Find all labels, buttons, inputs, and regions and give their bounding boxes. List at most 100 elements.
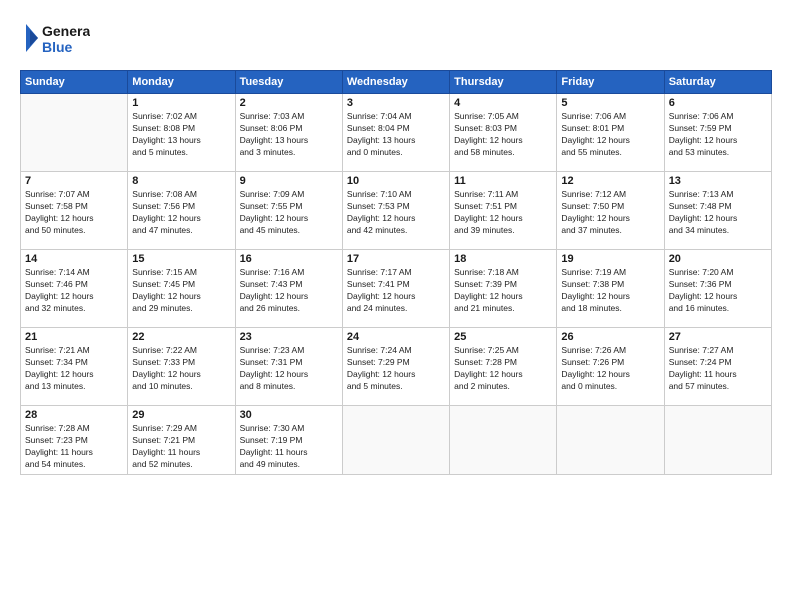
day-number: 19 <box>561 253 659 265</box>
weekday-header-saturday: Saturday <box>664 71 771 94</box>
day-info: Sunrise: 7:07 AM Sunset: 7:58 PM Dayligh… <box>25 189 123 237</box>
weekday-header-tuesday: Tuesday <box>235 71 342 94</box>
day-info: Sunrise: 7:20 AM Sunset: 7:36 PM Dayligh… <box>669 267 767 315</box>
day-info: Sunrise: 7:24 AM Sunset: 7:29 PM Dayligh… <box>347 345 445 393</box>
calendar-cell: 18 Sunrise: 7:18 AM Sunset: 7:39 PM Dayli… <box>450 250 557 328</box>
day-info: Sunrise: 7:25 AM Sunset: 7:28 PM Dayligh… <box>454 345 552 393</box>
calendar-cell: 11Sunrise: 7:11 AM Sunset: 7:51 PM Dayli… <box>450 172 557 250</box>
day-number: 2 <box>240 97 338 109</box>
day-info: Sunrise: 7:29 AM Sunset: 7:21 PM Dayligh… <box>132 423 230 471</box>
calendar-cell: 23 Sunrise: 7:23 AM Sunset: 7:31 PM Dayli… <box>235 328 342 406</box>
day-number: 27 <box>669 331 767 343</box>
day-info: Sunrise: 7:26 AM Sunset: 7:26 PM Dayligh… <box>561 345 659 393</box>
day-number: 28 <box>25 409 123 421</box>
calendar-cell: 16 Sunrise: 7:16 AM Sunset: 7:43 PM Dayli… <box>235 250 342 328</box>
weekday-header-monday: Monday <box>128 71 235 94</box>
day-number: 18 <box>454 253 552 265</box>
day-info: Sunrise: 7:12 AM Sunset: 7:50 PM Dayligh… <box>561 189 659 237</box>
day-number: 25 <box>454 331 552 343</box>
day-number: 22 <box>132 331 230 343</box>
day-number: 3 <box>347 97 445 109</box>
day-info: Sunrise: 7:15 AM Sunset: 7:45 PM Dayligh… <box>132 267 230 315</box>
calendar-cell: 8 Sunrise: 7:08 AM Sunset: 7:56 PM Daylig… <box>128 172 235 250</box>
week-row-2: 14 Sunrise: 7:14 AM Sunset: 7:46 PM Dayli… <box>21 250 772 328</box>
day-info: Sunrise: 7:09 AM Sunset: 7:55 PM Dayligh… <box>240 189 338 237</box>
calendar-cell: 9 Sunrise: 7:09 AM Sunset: 7:55 PM Daylig… <box>235 172 342 250</box>
day-info: Sunrise: 7:11 AM Sunset: 7:51 PM Dayligh… <box>454 189 552 237</box>
day-number: 4 <box>454 97 552 109</box>
day-info: Sunrise: 7:28 AM Sunset: 7:23 PM Dayligh… <box>25 423 123 471</box>
calendar-cell: 4 Sunrise: 7:05 AM Sunset: 8:03 PM Daylig… <box>450 94 557 172</box>
day-number: 21 <box>25 331 123 343</box>
calendar-cell: 21 Sunrise: 7:21 AM Sunset: 7:34 PM Dayli… <box>21 328 128 406</box>
day-number: 13 <box>669 175 767 187</box>
day-number: 1 <box>132 97 230 109</box>
day-info: Sunrise: 7:23 AM Sunset: 7:31 PM Dayligh… <box>240 345 338 393</box>
calendar-cell: 30Sunrise: 7:30 AM Sunset: 7:19 PM Dayli… <box>235 406 342 475</box>
day-info: Sunrise: 7:22 AM Sunset: 7:33 PM Dayligh… <box>132 345 230 393</box>
day-info: Sunrise: 7:04 AM Sunset: 8:04 PM Dayligh… <box>347 111 445 159</box>
day-info: Sunrise: 7:06 AM Sunset: 7:59 PM Dayligh… <box>669 111 767 159</box>
calendar: SundayMondayTuesdayWednesdayThursdayFrid… <box>20 70 772 475</box>
day-info: Sunrise: 7:08 AM Sunset: 7:56 PM Dayligh… <box>132 189 230 237</box>
calendar-cell: 17 Sunrise: 7:17 AM Sunset: 7:41 PM Dayli… <box>342 250 449 328</box>
day-info: Sunrise: 7:13 AM Sunset: 7:48 PM Dayligh… <box>669 189 767 237</box>
day-number: 15 <box>132 253 230 265</box>
calendar-cell: 13 Sunrise: 7:13 AM Sunset: 7:48 PM Dayli… <box>664 172 771 250</box>
calendar-cell: 3 Sunrise: 7:04 AM Sunset: 8:04 PM Daylig… <box>342 94 449 172</box>
weekday-header-sunday: Sunday <box>21 71 128 94</box>
week-row-0: 1Sunrise: 7:02 AM Sunset: 8:08 PM Daylig… <box>21 94 772 172</box>
day-number: 24 <box>347 331 445 343</box>
calendar-cell: 25 Sunrise: 7:25 AM Sunset: 7:28 PM Dayli… <box>450 328 557 406</box>
day-info: Sunrise: 7:03 AM Sunset: 8:06 PM Dayligh… <box>240 111 338 159</box>
calendar-cell <box>664 406 771 475</box>
day-number: 14 <box>25 253 123 265</box>
day-number: 9 <box>240 175 338 187</box>
day-number: 29 <box>132 409 230 421</box>
day-info: Sunrise: 7:18 AM Sunset: 7:39 PM Dayligh… <box>454 267 552 315</box>
calendar-cell <box>557 406 664 475</box>
logo: GeneralBlue <box>20 18 90 60</box>
calendar-cell: 6 Sunrise: 7:06 AM Sunset: 7:59 PM Daylig… <box>664 94 771 172</box>
day-info: Sunrise: 7:10 AM Sunset: 7:53 PM Dayligh… <box>347 189 445 237</box>
day-number: 16 <box>240 253 338 265</box>
calendar-cell <box>342 406 449 475</box>
calendar-cell: 24 Sunrise: 7:24 AM Sunset: 7:29 PM Dayli… <box>342 328 449 406</box>
day-number: 20 <box>669 253 767 265</box>
weekday-header-thursday: Thursday <box>450 71 557 94</box>
week-row-4: 28 Sunrise: 7:28 AM Sunset: 7:23 PM Dayli… <box>21 406 772 475</box>
day-number: 23 <box>240 331 338 343</box>
weekday-header-friday: Friday <box>557 71 664 94</box>
day-info: Sunrise: 7:27 AM Sunset: 7:24 PM Dayligh… <box>669 345 767 393</box>
calendar-cell: 5 Sunrise: 7:06 AM Sunset: 8:01 PM Daylig… <box>557 94 664 172</box>
calendar-cell: 14 Sunrise: 7:14 AM Sunset: 7:46 PM Dayli… <box>21 250 128 328</box>
svg-text:General: General <box>42 23 90 39</box>
weekday-header-wednesday: Wednesday <box>342 71 449 94</box>
day-info: Sunrise: 7:05 AM Sunset: 8:03 PM Dayligh… <box>454 111 552 159</box>
calendar-cell: 2 Sunrise: 7:03 AM Sunset: 8:06 PM Daylig… <box>235 94 342 172</box>
week-row-3: 21 Sunrise: 7:21 AM Sunset: 7:34 PM Dayli… <box>21 328 772 406</box>
calendar-cell <box>450 406 557 475</box>
day-number: 6 <box>669 97 767 109</box>
calendar-cell: 20 Sunrise: 7:20 AM Sunset: 7:36 PM Dayli… <box>664 250 771 328</box>
calendar-cell: 7Sunrise: 7:07 AM Sunset: 7:58 PM Daylig… <box>21 172 128 250</box>
calendar-cell <box>21 94 128 172</box>
day-info: Sunrise: 7:14 AM Sunset: 7:46 PM Dayligh… <box>25 267 123 315</box>
week-row-1: 7Sunrise: 7:07 AM Sunset: 7:58 PM Daylig… <box>21 172 772 250</box>
day-number: 12 <box>561 175 659 187</box>
day-info: Sunrise: 7:17 AM Sunset: 7:41 PM Dayligh… <box>347 267 445 315</box>
day-info: Sunrise: 7:21 AM Sunset: 7:34 PM Dayligh… <box>25 345 123 393</box>
calendar-cell: 22 Sunrise: 7:22 AM Sunset: 7:33 PM Dayli… <box>128 328 235 406</box>
header: GeneralBlue <box>20 18 772 60</box>
day-number: 10 <box>347 175 445 187</box>
day-info: Sunrise: 7:30 AM Sunset: 7:19 PM Dayligh… <box>240 423 338 471</box>
day-number: 5 <box>561 97 659 109</box>
day-info: Sunrise: 7:06 AM Sunset: 8:01 PM Dayligh… <box>561 111 659 159</box>
calendar-cell: 28 Sunrise: 7:28 AM Sunset: 7:23 PM Dayli… <box>21 406 128 475</box>
calendar-cell: 12 Sunrise: 7:12 AM Sunset: 7:50 PM Dayli… <box>557 172 664 250</box>
day-info: Sunrise: 7:19 AM Sunset: 7:38 PM Dayligh… <box>561 267 659 315</box>
day-number: 17 <box>347 253 445 265</box>
day-info: Sunrise: 7:16 AM Sunset: 7:43 PM Dayligh… <box>240 267 338 315</box>
day-number: 8 <box>132 175 230 187</box>
calendar-cell: 29 Sunrise: 7:29 AM Sunset: 7:21 PM Dayli… <box>128 406 235 475</box>
